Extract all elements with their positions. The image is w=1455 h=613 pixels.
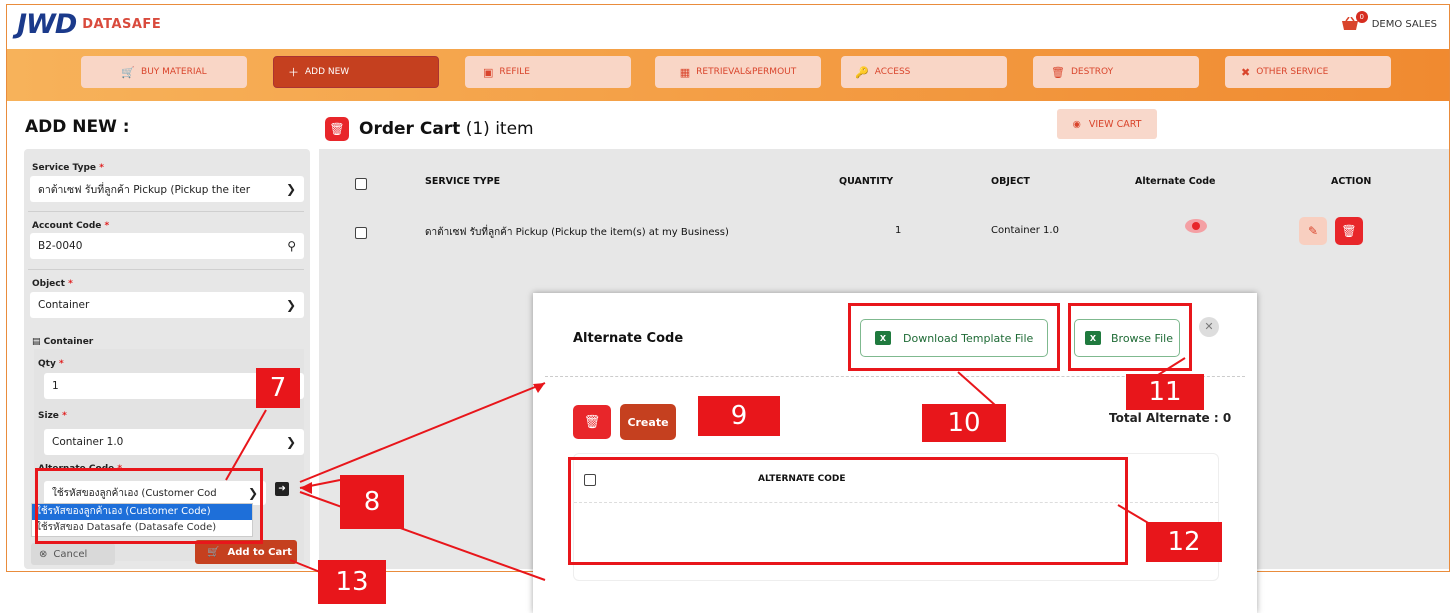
- callout-11: 11: [1126, 374, 1204, 410]
- annotation-arrows: [225, 357, 1186, 581]
- callout-13: 13: [318, 560, 386, 604]
- callout-12: 12: [1146, 522, 1222, 562]
- callout-7: 7: [256, 368, 300, 408]
- callout-8: 8: [340, 475, 404, 529]
- callout-9: 9: [698, 396, 780, 436]
- callout-10: 10: [922, 404, 1006, 442]
- page: JWD DATASAFE 0 DEMO SALES 🛒 BUY MATERIAL…: [0, 0, 1455, 613]
